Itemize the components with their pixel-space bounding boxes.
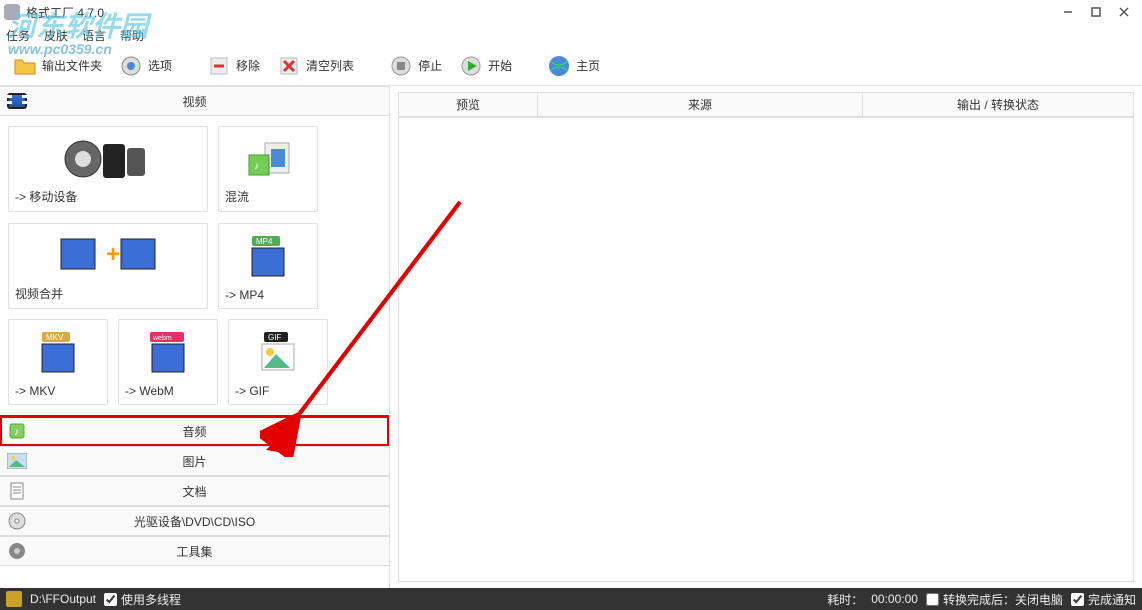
title-bar: 格式工厂 4.7.0 (0, 0, 1142, 24)
mp4-icon: MP4 (225, 230, 311, 284)
gif-icon: GIF (235, 326, 321, 380)
category-audio[interactable]: ♪ 音频 (0, 416, 389, 446)
tile-webm[interactable]: webm -> WebM (118, 319, 218, 405)
app-icon (4, 4, 20, 20)
sidebar: 视频 -> 移动设备 ♪ 混流 + 视频合并 (0, 86, 390, 588)
video-tiles-panel: -> 移动设备 ♪ 混流 + 视频合并 MP4 -> MP4 (0, 116, 389, 416)
stop-button[interactable]: 停止 (382, 50, 448, 82)
toolbar: 输出文件夹 选项 移除 清空列表 停止 开始 主页 (0, 46, 1142, 86)
task-list[interactable] (398, 118, 1134, 582)
image-icon (6, 450, 28, 472)
svg-text:MKV: MKV (46, 333, 64, 342)
elapsed-value: 00:00:00 (871, 592, 918, 606)
mux-icon: ♪ (225, 133, 311, 184)
stop-icon (388, 53, 414, 79)
audio-icon: ♪ (6, 420, 28, 442)
menu-language[interactable]: 语言 (82, 27, 106, 44)
category-video[interactable]: 视频 (0, 86, 389, 116)
video-icon (6, 90, 28, 112)
category-document[interactable]: 文档 (0, 476, 389, 506)
maximize-button[interactable] (1082, 3, 1110, 21)
clear-icon (276, 53, 302, 79)
toolkit-icon (6, 540, 28, 562)
output-path[interactable]: D:\FFOutput (30, 592, 96, 606)
tile-mkv[interactable]: MKV -> MKV (8, 319, 108, 405)
window-title: 格式工厂 4.7.0 (26, 4, 1054, 21)
header-preview[interactable]: 预览 (398, 92, 538, 117)
category-rom[interactable]: 光驱设备\DVD\CD\ISO (0, 506, 389, 536)
mkv-icon: MKV (15, 326, 101, 380)
svg-text:webm: webm (152, 335, 172, 342)
disc-icon (6, 510, 28, 532)
multithread-checkbox[interactable]: 使用多线程 (104, 591, 181, 608)
merge-icon: + (15, 230, 201, 281)
tile-mobile-device[interactable]: -> 移动设备 (8, 126, 208, 212)
remove-icon (206, 53, 232, 79)
menu-help[interactable]: 帮助 (120, 27, 144, 44)
start-button[interactable]: 开始 (452, 50, 518, 82)
output-folder-button[interactable]: 输出文件夹 (6, 50, 108, 82)
menu-task[interactable]: 任务 (6, 27, 30, 44)
globe-icon (546, 53, 572, 79)
content-area: 预览 来源 输出 / 转换状态 (390, 86, 1142, 588)
list-headers: 预览 来源 输出 / 转换状态 (398, 92, 1134, 118)
notify-checkbox[interactable]: 完成通知 (1071, 591, 1136, 608)
tile-gif[interactable]: GIF -> GIF (228, 319, 328, 405)
tile-mp4[interactable]: MP4 -> MP4 (218, 223, 318, 309)
mobile-device-icon (15, 133, 201, 184)
svg-text:MP4: MP4 (256, 237, 273, 246)
header-output-status[interactable]: 输出 / 转换状态 (863, 92, 1134, 117)
menu-bar: 任务 皮肤 语言 帮助 (0, 24, 1142, 46)
clear-list-button[interactable]: 清空列表 (270, 50, 360, 82)
elapsed-label: 耗时： (827, 591, 863, 608)
header-source[interactable]: 来源 (538, 92, 863, 117)
remove-button[interactable]: 移除 (200, 50, 266, 82)
options-button[interactable]: 选项 (112, 50, 178, 82)
svg-text:♪: ♪ (14, 427, 19, 438)
svg-text:GIF: GIF (268, 333, 281, 342)
svg-text:♪: ♪ (254, 161, 259, 172)
gear-icon (118, 53, 144, 79)
output-folder-icon[interactable] (6, 591, 22, 607)
close-button[interactable] (1110, 3, 1138, 21)
play-icon (458, 53, 484, 79)
menu-skin[interactable]: 皮肤 (44, 27, 68, 44)
category-image[interactable]: 图片 (0, 446, 389, 476)
minimize-button[interactable] (1054, 3, 1082, 21)
folder-icon (12, 53, 38, 79)
webm-icon: webm (125, 326, 211, 380)
tile-video-merge[interactable]: + 视频合并 (8, 223, 208, 309)
document-icon (6, 480, 28, 502)
category-toolkit[interactable]: 工具集 (0, 536, 389, 566)
tile-mux[interactable]: ♪ 混流 (218, 126, 318, 212)
home-button[interactable]: 主页 (540, 50, 606, 82)
svg-text:+: + (106, 241, 120, 268)
shutdown-checkbox[interactable]: 转换完成后：关闭电脑 (926, 591, 1063, 608)
status-bar: D:\FFOutput 使用多线程 耗时： 00:00:00 转换完成后：关闭电… (0, 588, 1142, 610)
